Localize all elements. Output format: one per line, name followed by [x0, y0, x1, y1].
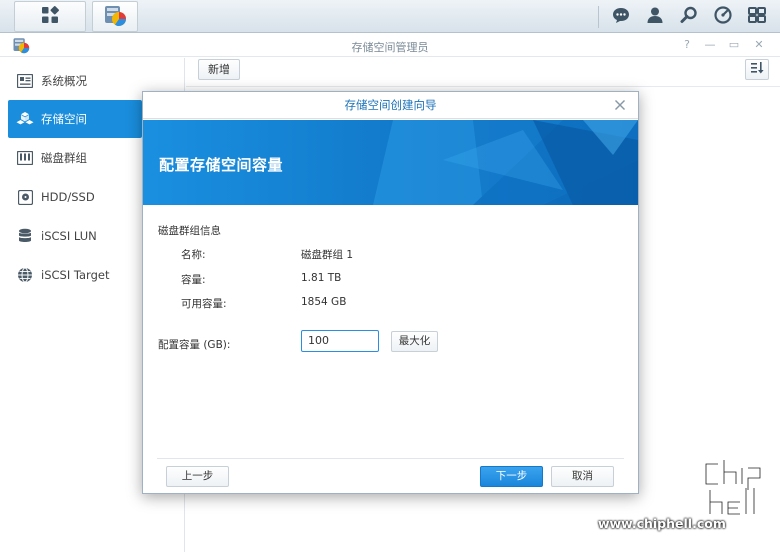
maximize-button[interactable]: ▭ [727, 38, 741, 52]
sidebar-item-overview[interactable]: 系统概况 [8, 62, 142, 100]
sidebar-item-label: 磁盘群组 [41, 151, 87, 165]
watermark-url: www.chiphell.com [598, 516, 726, 531]
search-button[interactable] [672, 0, 706, 33]
sort-button[interactable] [745, 59, 769, 80]
disk-group-icon [16, 149, 34, 167]
close-window-button[interactable]: ✕ [752, 38, 766, 52]
info-key-available: 可用容量: [181, 298, 227, 310]
hdd-icon [16, 188, 34, 206]
sidebar-item-iscsi-target[interactable]: iSCSI Target [8, 256, 142, 294]
desktop-icon [748, 6, 766, 27]
sidebar-item-label: 存储空间 [41, 112, 87, 126]
capacity-input[interactable]: 100 [301, 330, 379, 352]
section-title: 磁盘群组信息 [158, 225, 221, 237]
new-button[interactable]: 新增 [198, 59, 240, 80]
taskbar-separator [598, 6, 599, 28]
sidebar-item-disk-group[interactable]: 磁盘群组 [8, 139, 142, 177]
window-title-bar[interactable]: 存储空间管理员 ? — ▭ ✕ [0, 34, 780, 57]
toolbar-divider [186, 86, 780, 87]
wizard-banner: 配置存储空间容量 [143, 120, 638, 205]
wizard-step-title: 配置存储空间容量 [159, 156, 284, 174]
taskbar [0, 0, 780, 33]
volume-creation-wizard-dialog: 存储空间创建向导 配置存储空间容量 磁盘群组信息 名称: 磁盘群组 1 容量: … [142, 91, 639, 494]
user-icon [646, 6, 664, 27]
volume-icon [16, 110, 34, 128]
info-value-name: 磁盘群组 1 [301, 249, 354, 261]
dialog-close-button[interactable] [612, 97, 628, 113]
sort-icon [750, 62, 764, 77]
sidebar-item-hdd-ssd[interactable]: HDD/SSD [8, 178, 142, 216]
widget-button[interactable] [706, 0, 740, 33]
search-icon [680, 6, 698, 27]
chiphell-watermark: www.chiphell.com [598, 458, 778, 548]
minimize-button[interactable]: — [703, 38, 717, 52]
info-value-available: 1854 GB [301, 296, 347, 308]
storage-manager-taskbar-button[interactable] [92, 1, 138, 32]
lun-icon [16, 227, 34, 245]
capacity-field-label: 配置容量 (GB): [158, 339, 231, 351]
previous-button[interactable]: 上一步 [166, 466, 229, 487]
chat-icon [612, 6, 630, 27]
sidebar-item-label: HDD/SSD [41, 190, 95, 204]
grid-icon [41, 6, 59, 27]
help-button[interactable]: ? [680, 38, 694, 52]
sidebar-item-iscsi-lun[interactable]: iSCSI LUN [8, 217, 142, 255]
user-button[interactable] [638, 0, 672, 33]
info-key-capacity: 容量: [181, 274, 206, 286]
chat-button[interactable] [604, 0, 638, 33]
next-button[interactable]: 下一步 [480, 466, 543, 487]
show-desktop-button[interactable] [740, 0, 774, 33]
sidebar-item-label: iSCSI LUN [41, 229, 97, 243]
overview-icon [16, 72, 34, 90]
chiphell-logo [704, 460, 762, 516]
globe-icon [16, 266, 34, 284]
dialog-title: 存储空间创建向导 [143, 92, 638, 119]
window-title: 存储空间管理员 [351, 41, 429, 54]
info-value-capacity: 1.81 TB [301, 272, 342, 284]
sidebar-item-volume[interactable]: 存储空间 [8, 100, 142, 138]
footer-divider [157, 458, 624, 459]
widget-icon [714, 6, 732, 27]
sidebar-item-label: iSCSI Target [41, 268, 110, 282]
sidebar-item-label: 系统概况 [41, 74, 87, 88]
close-icon [612, 100, 628, 116]
maximize-capacity-button[interactable]: 最大化 [391, 331, 438, 352]
info-key-name: 名称: [181, 249, 206, 261]
main-menu-button[interactable] [14, 1, 86, 32]
storage-manager-icon [103, 3, 127, 30]
